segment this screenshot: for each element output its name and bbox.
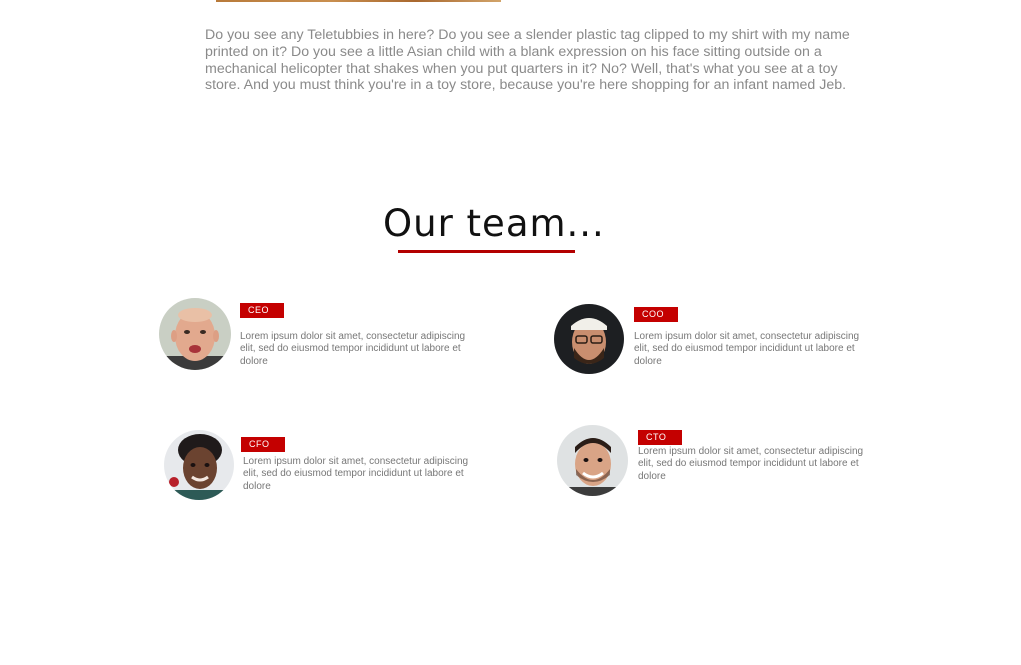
role-badge-coo: COO <box>634 307 678 322</box>
bio-cfo: Lorem ipsum dolor sit amet, consectetur … <box>243 456 469 492</box>
bio-ceo: Lorem ipsum dolor sit amet, consectetur … <box>240 331 466 367</box>
intro-paragraph: Do you see any Teletubbies in here? Do y… <box>205 27 850 94</box>
team-section-title: Our team... <box>383 202 605 245</box>
avatar-ceo <box>159 298 231 370</box>
avatar-coo <box>554 304 624 374</box>
title-underline <box>398 250 575 253</box>
role-badge-cfo: CFO <box>241 437 285 452</box>
hero-image-edge <box>216 0 501 2</box>
role-badge-ceo: CEO <box>240 303 284 318</box>
bio-coo: Lorem ipsum dolor sit amet, consectetur … <box>634 331 860 367</box>
avatar-cfo <box>164 430 234 500</box>
bio-cto: Lorem ipsum dolor sit amet, consectetur … <box>638 446 864 482</box>
role-badge-cto: CTO <box>638 430 682 445</box>
avatar-cto <box>557 425 628 496</box>
page: Do you see any Teletubbies in here? Do y… <box>0 0 1021 665</box>
